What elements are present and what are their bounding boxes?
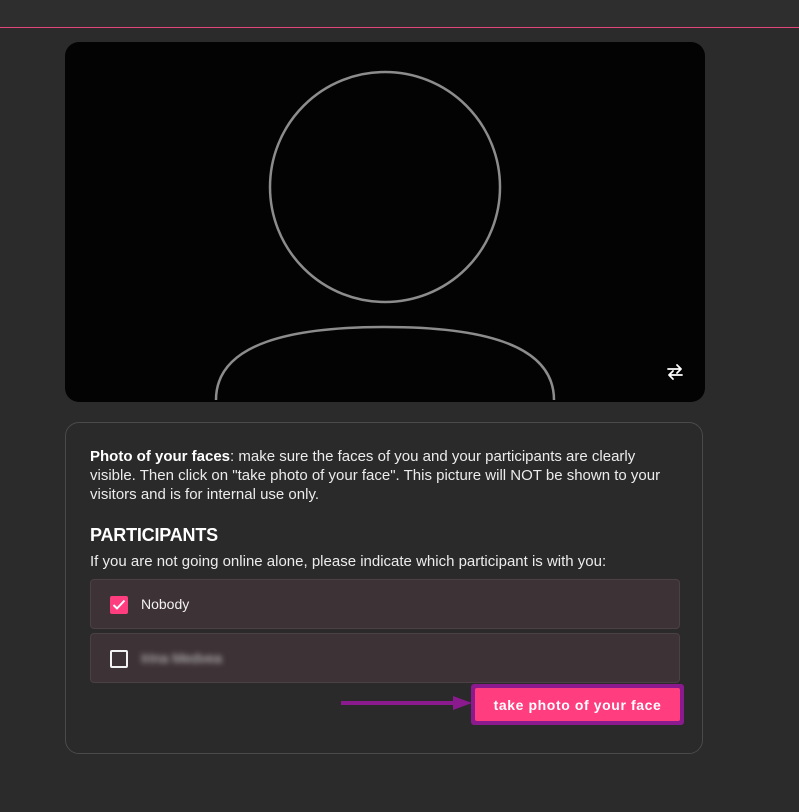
take-photo-highlight: take photo of your face: [471, 684, 684, 725]
participant-option-label: Irina Medvea: [141, 650, 222, 666]
checkbox-checked[interactable]: [110, 596, 128, 614]
arrow-right-icon: [341, 696, 472, 710]
photo-instructions-title: Photo of your faces: [90, 448, 231, 465]
participants-title: PARTICIPANTS: [90, 525, 218, 545]
participant-option-person[interactable]: Irina Medvea: [90, 633, 680, 683]
checkbox-unchecked[interactable]: [110, 650, 128, 668]
photo-instructions: Photo of your faces: make sure the faces…: [90, 447, 680, 504]
participants-subtitle: If you are not going online alone, pleas…: [90, 553, 607, 570]
participant-option-nobody[interactable]: Nobody: [90, 579, 680, 629]
photo-panel: Photo of your faces: make sure the faces…: [65, 422, 703, 754]
participant-option-label: Nobody: [141, 596, 190, 612]
top-bar: [0, 0, 799, 28]
checkmark-icon: [112, 599, 126, 610]
swap-horizontal-icon[interactable]: [664, 362, 686, 382]
face-outline-guide: [214, 70, 556, 401]
take-photo-button[interactable]: take photo of your face: [475, 688, 680, 721]
camera-preview: [65, 42, 705, 402]
